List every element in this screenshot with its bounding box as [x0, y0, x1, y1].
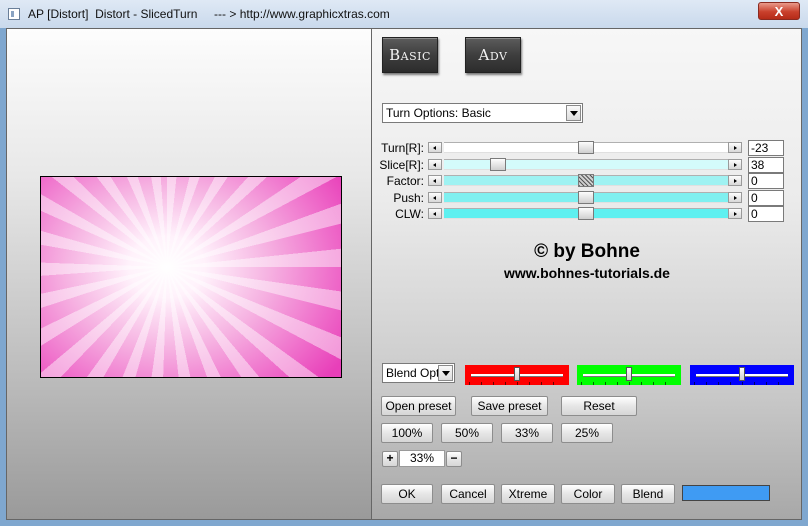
scroll-right-arrow-icon[interactable] — [728, 208, 742, 219]
slider-row: Turn[R]: -23 — [372, 140, 802, 156]
zoom-out-button[interactable]: − — [446, 451, 462, 467]
copyright-text: © by Bohne — [534, 241, 640, 262]
slider-row: Factor: 0 — [372, 173, 802, 189]
turn-options-dropdown[interactable]: Turn Options: Basic — [382, 103, 583, 123]
zoom-100-button[interactable]: 100% — [381, 423, 433, 443]
slider-label: Slice[R]: — [379, 157, 424, 172]
zoom-25-button[interactable]: 25% — [561, 423, 613, 443]
slider-label: Turn[R]: — [381, 141, 424, 155]
scroll-right-arrow-icon[interactable] — [728, 175, 742, 186]
blend-button[interactable]: Blend — [621, 484, 675, 504]
blend-options-dropdown[interactable]: Blend Optic — [382, 363, 455, 383]
scroll-right-arrow-icon[interactable] — [728, 158, 742, 170]
scroll-left-arrow-icon[interactable] — [428, 142, 442, 153]
scroll-left-arrow-icon[interactable] — [428, 191, 442, 203]
zoom-50-button[interactable]: 50% — [441, 423, 493, 443]
slider-thumb[interactable] — [578, 141, 594, 154]
blue-slider-thumb[interactable] — [739, 367, 745, 381]
window-title: AP [Distort] Distort - SlicedTurn --- > … — [28, 7, 390, 21]
plugin-window: AP [Distort] Distort - SlicedTurn --- > … — [0, 0, 808, 526]
turn-options-value: Turn Options: Basic — [386, 106, 491, 120]
slider-track[interactable] — [444, 141, 728, 154]
slider-row: Push: 0 — [372, 189, 802, 206]
ok-button[interactable]: OK — [381, 484, 433, 504]
scroll-right-arrow-icon[interactable] — [728, 191, 742, 203]
slider-track[interactable] — [444, 207, 728, 220]
credit-url: www.bohnes-tutorials.de — [504, 265, 670, 281]
slider-track[interactable] — [444, 157, 728, 171]
save-preset-button[interactable]: Save preset — [471, 396, 548, 416]
blend-color-swatch[interactable] — [682, 485, 770, 501]
slider-value-field[interactable]: 0 — [748, 189, 784, 206]
green-channel-slider[interactable] — [577, 365, 681, 385]
basic-mode-button[interactable]: Basic — [382, 37, 438, 73]
slider-value-field[interactable]: -23 — [748, 140, 784, 156]
title-bar[interactable]: AP [Distort] Distort - SlicedTurn --- > … — [0, 0, 808, 28]
reset-button[interactable]: Reset — [561, 396, 637, 416]
preview-panel — [6, 28, 372, 520]
scroll-left-arrow-icon[interactable] — [428, 208, 442, 219]
slider-value-field[interactable]: 38 — [748, 156, 784, 173]
client-area: Basic Adv Turn Options: Basic Turn[R]: -2… — [6, 28, 802, 520]
xtreme-button[interactable]: Xtreme — [501, 484, 555, 504]
close-button[interactable]: X — [758, 2, 800, 20]
color-button[interactable]: Color — [561, 484, 615, 504]
slider-thumb[interactable] — [578, 207, 594, 220]
zoom-level-field[interactable]: 33% — [399, 450, 445, 467]
controls-panel: Basic Adv Turn Options: Basic Turn[R]: -2… — [372, 28, 802, 520]
zoom-in-button[interactable]: + — [382, 451, 398, 467]
adv-mode-button[interactable]: Adv — [465, 37, 521, 73]
window-icon — [8, 8, 20, 20]
slider-thumb[interactable] — [578, 174, 594, 187]
slider-label: Push: — [393, 190, 424, 205]
blue-channel-slider[interactable] — [690, 365, 794, 385]
zoom-33-button[interactable]: 33% — [501, 423, 553, 443]
scroll-right-arrow-icon[interactable] — [728, 142, 742, 153]
preview-image — [40, 176, 342, 378]
slider-value-field[interactable]: 0 — [748, 173, 784, 189]
green-slider-thumb[interactable] — [626, 367, 632, 381]
open-preset-button[interactable]: Open preset — [381, 396, 456, 416]
scroll-left-arrow-icon[interactable] — [428, 175, 442, 186]
slider-row: CLW: 0 — [372, 206, 802, 222]
slider-track[interactable] — [444, 190, 728, 204]
slider-label: Factor: — [386, 174, 424, 188]
slider-label: CLW: — [395, 207, 424, 221]
slider-thumb[interactable] — [578, 190, 594, 204]
cancel-button[interactable]: Cancel — [441, 484, 495, 504]
dropdown-arrow-icon[interactable] — [438, 365, 453, 381]
red-channel-slider[interactable] — [465, 365, 569, 385]
red-slider-thumb[interactable] — [514, 367, 520, 381]
dropdown-arrow-icon[interactable] — [566, 105, 581, 121]
slider-thumb[interactable] — [489, 157, 506, 171]
scroll-left-arrow-icon[interactable] — [428, 158, 442, 170]
slider-row: Slice[R]: 38 — [372, 156, 802, 173]
slider-track[interactable] — [444, 174, 728, 187]
slider-value-field[interactable]: 0 — [748, 206, 784, 222]
